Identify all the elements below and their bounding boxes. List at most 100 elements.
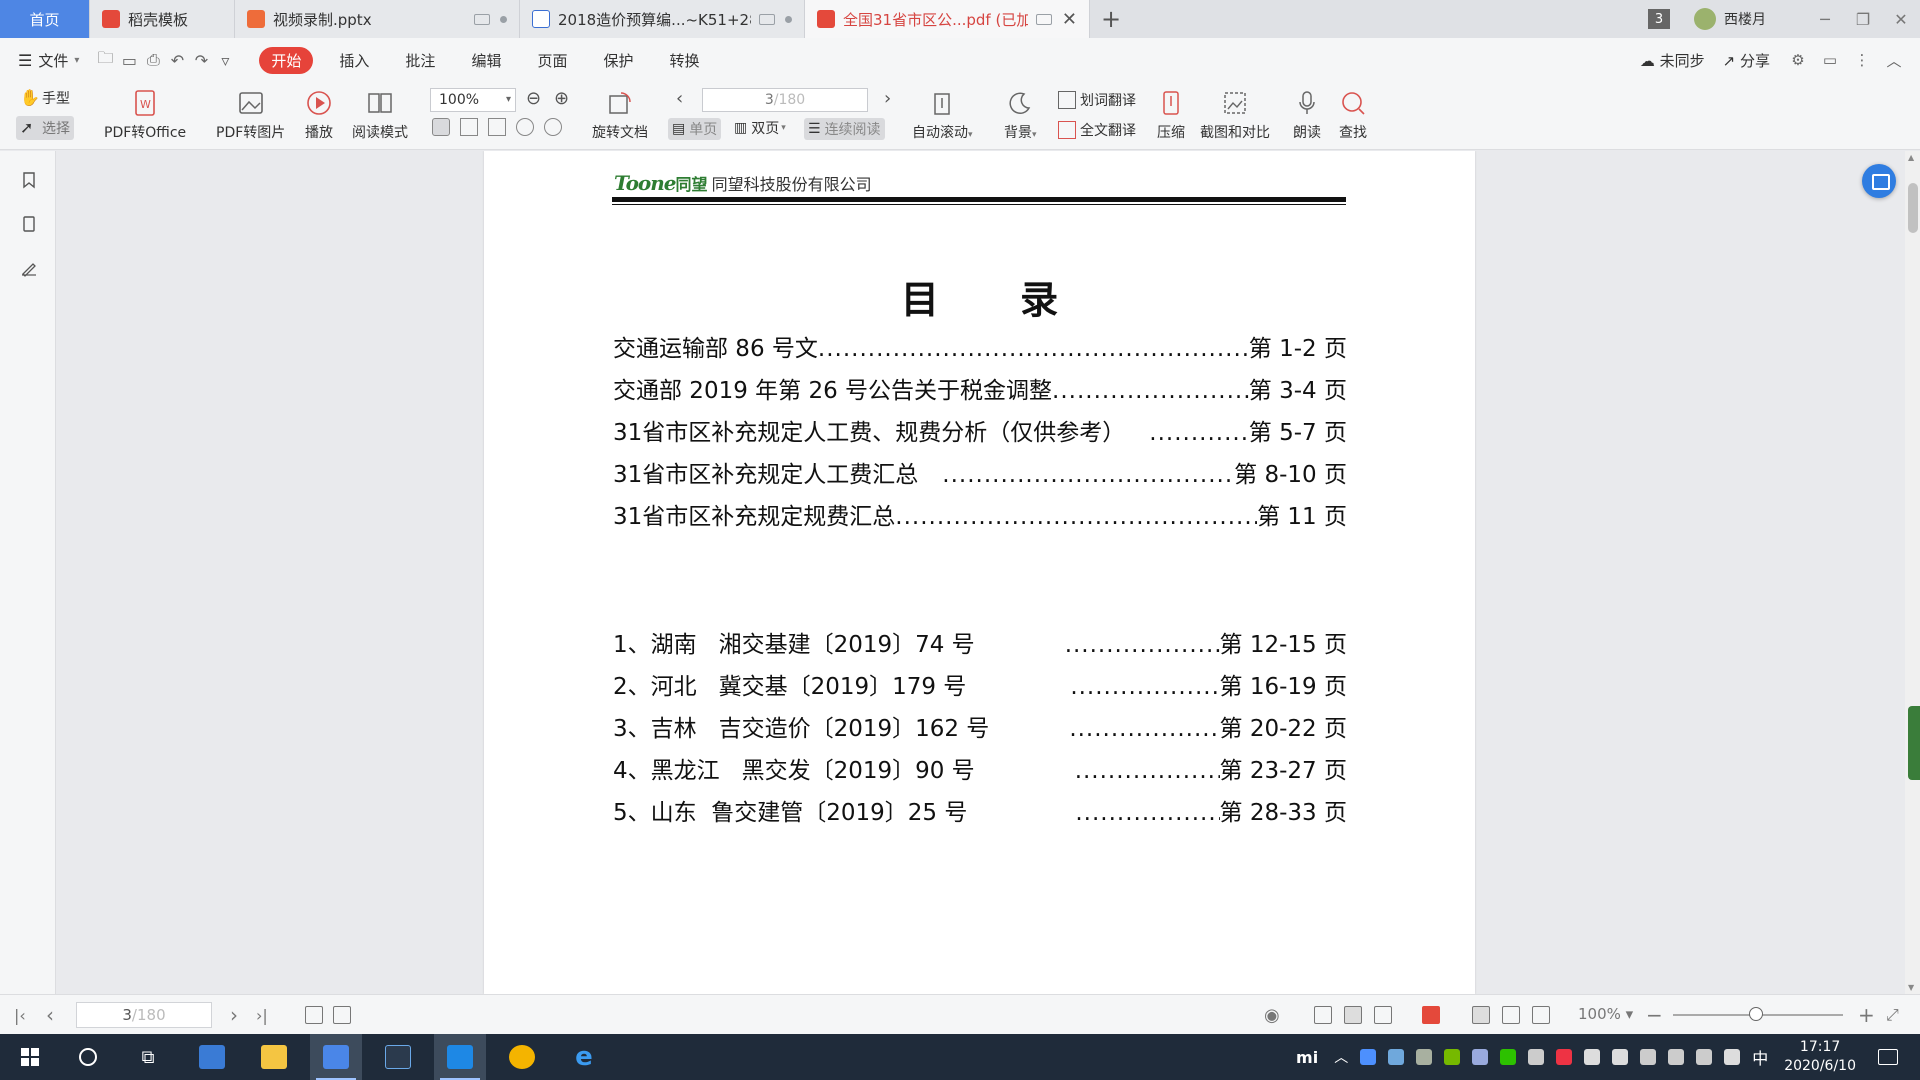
- chevron-up-icon[interactable]: ︿: [1334, 1047, 1348, 1067]
- close-tab-icon[interactable]: ✕: [1062, 9, 1077, 30]
- status-zoom[interactable]: 100% ▾: [1578, 1005, 1633, 1023]
- comment-icon[interactable]: ▭: [1820, 51, 1840, 69]
- zoom-in-icon[interactable]: ⊕: [554, 88, 569, 109]
- forward-icon[interactable]: [333, 1006, 351, 1024]
- tab-pdf[interactable]: 全国31省市区公...pdf (已加密) ✕: [805, 0, 1090, 38]
- avatar[interactable]: [1694, 8, 1716, 30]
- page-number-input[interactable]: 3/180: [702, 88, 868, 112]
- pdf-page[interactable]: Toone 同望 同望科技股份有限公司 目 录 交通运输部 86 号文 第 1-2…: [484, 151, 1475, 994]
- scrollbar-thumb[interactable]: [1908, 183, 1918, 233]
- restore-icon[interactable]: ❐: [1844, 10, 1882, 29]
- find-button[interactable]: 查找: [1338, 88, 1368, 142]
- zoom-out-icon[interactable]: −: [1646, 995, 1663, 1035]
- zoom-select[interactable]: 100% ▾: [430, 88, 516, 112]
- play-button[interactable]: 播放: [304, 88, 334, 142]
- menu-start[interactable]: 开始: [259, 46, 314, 74]
- auto-scroll-button[interactable]: 自动滚动▾: [912, 88, 973, 142]
- monitor-icon[interactable]: [1035, 13, 1052, 25]
- taskbar-app[interactable]: [372, 1034, 424, 1080]
- menu-annotate[interactable]: 批注: [405, 50, 435, 71]
- print-icon[interactable]: ⎙: [141, 38, 165, 82]
- taskbar-edge[interactable]: e: [558, 1034, 610, 1080]
- word-translate-button[interactable]: 划词翻译: [1058, 90, 1136, 110]
- tab-word[interactable]: 2018造价预算编...~K51+282): [520, 0, 805, 38]
- notification-icon[interactable]: [1878, 1049, 1898, 1065]
- tab-home[interactable]: 首页: [0, 0, 90, 38]
- gear-icon[interactable]: ⚙: [1788, 51, 1808, 69]
- search-button[interactable]: [62, 1034, 114, 1080]
- read-aloud-button[interactable]: 朗读: [1292, 88, 1322, 142]
- fit-width-icon[interactable]: [488, 118, 506, 136]
- next-page-icon[interactable]: ›: [884, 88, 891, 109]
- taskbar-video[interactable]: [434, 1034, 486, 1080]
- user-name[interactable]: 西楼月: [1724, 9, 1766, 29]
- last-page-icon[interactable]: ›|: [256, 995, 268, 1035]
- monitor-icon[interactable]: [759, 13, 775, 25]
- full-translate-button[interactable]: 全文翻译: [1058, 120, 1136, 140]
- play-icon[interactable]: [1422, 1006, 1440, 1024]
- back-icon[interactable]: [305, 1006, 323, 1024]
- screenshot-tray-icon[interactable]: [1472, 1049, 1489, 1065]
- single-page-button[interactable]: ▤ 单页: [668, 118, 722, 140]
- select-tool-button[interactable]: ➚ 选择: [16, 116, 74, 140]
- wechat-icon[interactable]: [1500, 1049, 1517, 1065]
- save-icon[interactable]: ▭: [117, 38, 141, 82]
- zoom-out-icon[interactable]: ⊖: [526, 88, 541, 109]
- bookmark-icon[interactable]: [20, 171, 38, 189]
- battery-icon[interactable]: [1640, 1049, 1657, 1065]
- more-icon[interactable]: ⋮: [1852, 51, 1872, 69]
- tab-docer[interactable]: 稻壳模板: [90, 0, 235, 38]
- document-viewport[interactable]: Toone 同望 同望科技股份有限公司 目 录 交通运输部 86 号文 第 1-2…: [57, 151, 1907, 994]
- zoom-in-icon[interactable]: +: [1858, 995, 1875, 1035]
- microphone-tray-icon[interactable]: [1528, 1049, 1545, 1065]
- fullscreen-icon[interactable]: ⤢: [1886, 995, 1899, 1035]
- compress-button[interactable]: 压缩: [1156, 88, 1186, 142]
- double-page-button[interactable]: ▥ 双页 ▾: [734, 118, 786, 138]
- rotate-right-icon[interactable]: [544, 118, 562, 136]
- taskbar-explorer[interactable]: [248, 1034, 300, 1080]
- thumbnail-icon[interactable]: [20, 215, 38, 233]
- shield-icon[interactable]: [1360, 1049, 1377, 1065]
- mi-icon[interactable]: mi: [1296, 1048, 1318, 1067]
- side-panel-tab[interactable]: [1908, 706, 1920, 780]
- menu-protect[interactable]: 保护: [603, 50, 633, 71]
- rotate-left-icon[interactable]: [516, 118, 534, 136]
- open-folder-icon[interactable]: 🗀: [93, 38, 117, 82]
- close-window-icon[interactable]: ✕: [1882, 10, 1920, 29]
- menu-convert[interactable]: 转换: [669, 50, 699, 71]
- file-menu[interactable]: ☰ 文件 ▾: [18, 50, 79, 71]
- actual-size-icon[interactable]: [1472, 1006, 1490, 1024]
- screenshot-compare-button[interactable]: 截图和对比: [1200, 88, 1270, 142]
- rotate-doc-button[interactable]: 旋转文档: [592, 88, 648, 142]
- qq2-icon[interactable]: [1612, 1049, 1629, 1065]
- ime-indicator[interactable]: 中: [1752, 1045, 1768, 1069]
- status-page-input[interactable]: 3/180: [76, 1002, 212, 1028]
- redo-icon[interactable]: ↷: [189, 38, 213, 82]
- prev-page-icon[interactable]: ‹: [46, 995, 54, 1035]
- eye-icon[interactable]: ◉: [1264, 995, 1280, 1035]
- menu-page[interactable]: 页面: [537, 50, 567, 71]
- new-tab-button[interactable]: +: [1090, 0, 1132, 38]
- continuous-read-button[interactable]: ☰ 连续阅读: [804, 118, 885, 140]
- task-view-button[interactable]: ⧉: [122, 1034, 174, 1080]
- undo-icon[interactable]: ↶: [165, 38, 189, 82]
- window-count-badge[interactable]: 3: [1648, 9, 1670, 29]
- tab-pptx[interactable]: 视频录制.pptx: [235, 0, 520, 38]
- page-view-icon[interactable]: [1344, 1006, 1362, 1024]
- minimize-icon[interactable]: ─: [1806, 10, 1844, 29]
- taskbar-wps[interactable]: [310, 1034, 362, 1080]
- scroll-up-icon[interactable]: ▲: [1908, 153, 1914, 162]
- monitor-icon[interactable]: [474, 13, 490, 25]
- next-page-icon[interactable]: ›: [230, 995, 238, 1035]
- read-mode-button[interactable]: 阅读模式: [352, 88, 408, 142]
- menu-insert[interactable]: 插入: [339, 50, 369, 71]
- prev-page-icon[interactable]: ‹: [676, 88, 683, 109]
- actual-size-icon[interactable]: [432, 118, 450, 136]
- defender-icon[interactable]: [1724, 1049, 1741, 1065]
- collapse-ribbon-icon[interactable]: ︿: [1884, 50, 1904, 71]
- start-button[interactable]: [4, 1034, 56, 1080]
- vertical-scrollbar[interactable]: ▲ ▼: [1905, 151, 1920, 994]
- fit-page-icon[interactable]: [460, 118, 478, 136]
- hand-tool-button[interactable]: ✋ 手型: [20, 88, 70, 108]
- volume-icon[interactable]: [1696, 1049, 1713, 1065]
